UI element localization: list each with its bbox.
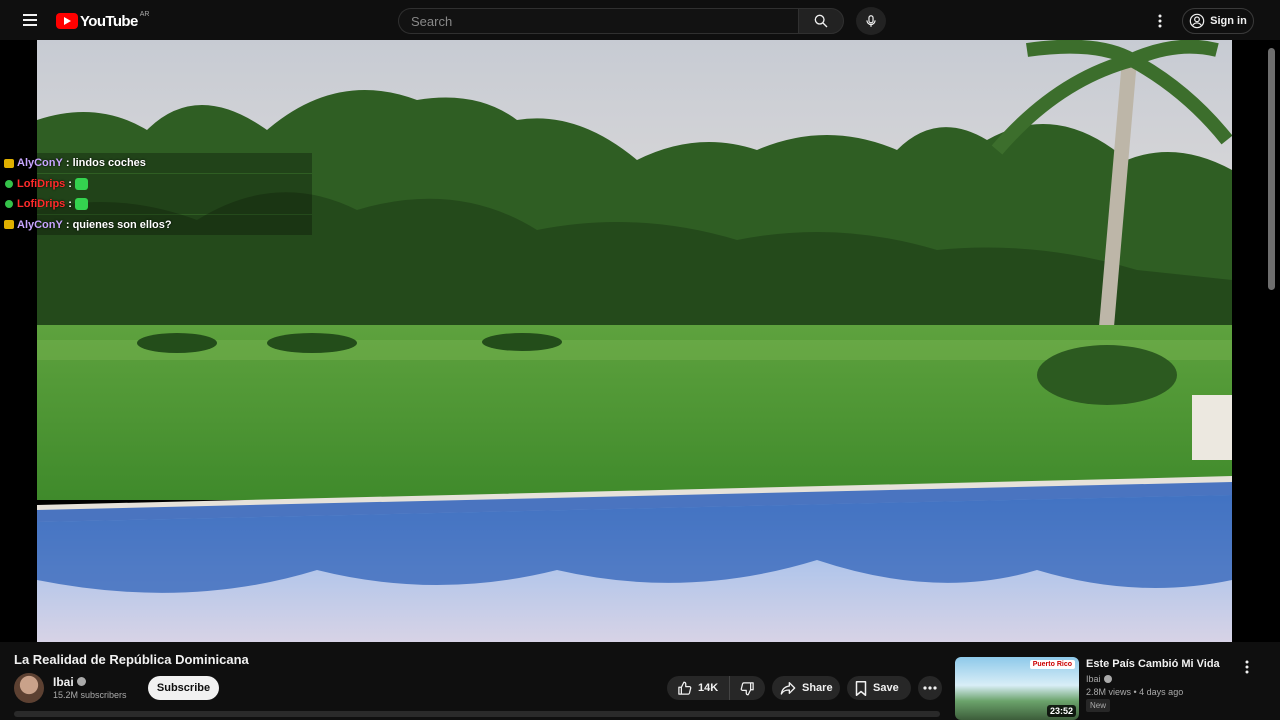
chat-badge-icon (5, 200, 13, 208)
youtube-watch-page: YouTube AR Sign in (0, 0, 1280, 720)
chat-username: AlyConY (17, 157, 63, 169)
share-button[interactable]: Share (772, 676, 840, 700)
menu-icon[interactable] (18, 11, 42, 31)
dislike-button[interactable] (729, 676, 765, 700)
share-label: Share (802, 682, 833, 694)
channel-avatar[interactable] (14, 673, 44, 703)
share-icon (780, 682, 796, 695)
like-count: 14K (698, 682, 719, 694)
recommended-channel-name[interactable]: Ibai (1086, 674, 1101, 684)
microphone-icon (866, 15, 876, 27)
search-box (398, 8, 798, 34)
youtube-logo[interactable]: YouTube AR (56, 10, 150, 30)
more-vert-icon (1158, 14, 1162, 28)
sign-in-label: Sign in (1210, 15, 1247, 27)
more-actions-button[interactable] (918, 676, 942, 700)
country-code: AR (139, 10, 150, 18)
video-title: La Realidad de República Dominicana (14, 652, 249, 667)
video-duration: 23:52 (1046, 705, 1076, 717)
chat-message: AlyConY : lindos coches (0, 153, 312, 173)
video-scene (37, 40, 1232, 642)
recommended-channel[interactable]: Ibai (1086, 674, 1112, 684)
search-icon (814, 14, 828, 28)
like-button[interactable]: 14K (667, 676, 729, 700)
recommended-menu-button[interactable] (1238, 658, 1256, 676)
video-player[interactable]: AlyConY : lindos coches LofiDrips : Lofi… (0, 40, 1280, 642)
page-scrollbar[interactable] (1268, 48, 1275, 290)
chat-text: : (68, 198, 72, 210)
chat-badge-icon (5, 179, 13, 188)
chat-username: LofiDrips (17, 177, 66, 190)
save-label: Save (873, 682, 899, 694)
chat-text: : (68, 177, 72, 190)
more-horiz-icon (923, 686, 937, 690)
account-icon (1189, 13, 1205, 29)
play-logo-icon (56, 13, 78, 29)
subscribe-button[interactable]: Subscribe (148, 676, 219, 700)
search-button[interactable] (798, 8, 844, 34)
channel-name[interactable]: Ibai (53, 675, 74, 689)
verified-icon (76, 677, 86, 687)
description-box-edge[interactable] (14, 711, 940, 717)
more-vert-icon (1245, 660, 1249, 674)
masthead: YouTube AR Sign in (0, 0, 1280, 42)
chat-message: LofiDrips : (0, 194, 312, 214)
chat-message: AlyConY : quienes son ellos? (0, 214, 312, 235)
thumbs-up-icon (678, 681, 692, 695)
thumbnail-tag: Puerto Rico (1029, 660, 1075, 669)
recommended-title[interactable]: Este País Cambió Mi Vida (1086, 658, 1236, 670)
sign-in-button[interactable]: Sign in (1182, 8, 1254, 34)
video-frame[interactable] (37, 40, 1232, 642)
subscriber-count: 15.2M subscribers (53, 690, 127, 700)
verified-icon (1103, 674, 1112, 683)
thumbs-down-icon (740, 681, 754, 695)
chat-overlay: AlyConY : lindos coches LofiDrips : Lofi… (0, 153, 312, 235)
bookmark-icon (855, 680, 867, 696)
logo-wordmark: YouTube (80, 12, 138, 30)
new-badge: New (1086, 699, 1111, 712)
settings-menu-button[interactable] (1150, 11, 1170, 31)
chat-username: AlyConY (17, 218, 63, 231)
emote-icon (74, 177, 88, 190)
channel-name-row[interactable]: Ibai (53, 675, 86, 689)
recommended-thumbnail[interactable]: Puerto Rico 23:52 (955, 657, 1079, 720)
chat-badge-icon (4, 220, 14, 229)
chat-text: : quienes son ellos? (65, 218, 172, 231)
save-button[interactable]: Save (847, 676, 911, 700)
search-input[interactable] (399, 9, 798, 33)
recommended-meta: 2.8M views • 4 days ago (1086, 687, 1184, 697)
chat-message: LofiDrips : (0, 173, 312, 194)
chat-badge-icon (4, 158, 14, 168)
chat-username: LofiDrips (17, 198, 66, 210)
emote-icon (74, 198, 88, 210)
voice-search-button[interactable] (856, 7, 886, 35)
chat-text: : lindos coches (65, 157, 146, 169)
